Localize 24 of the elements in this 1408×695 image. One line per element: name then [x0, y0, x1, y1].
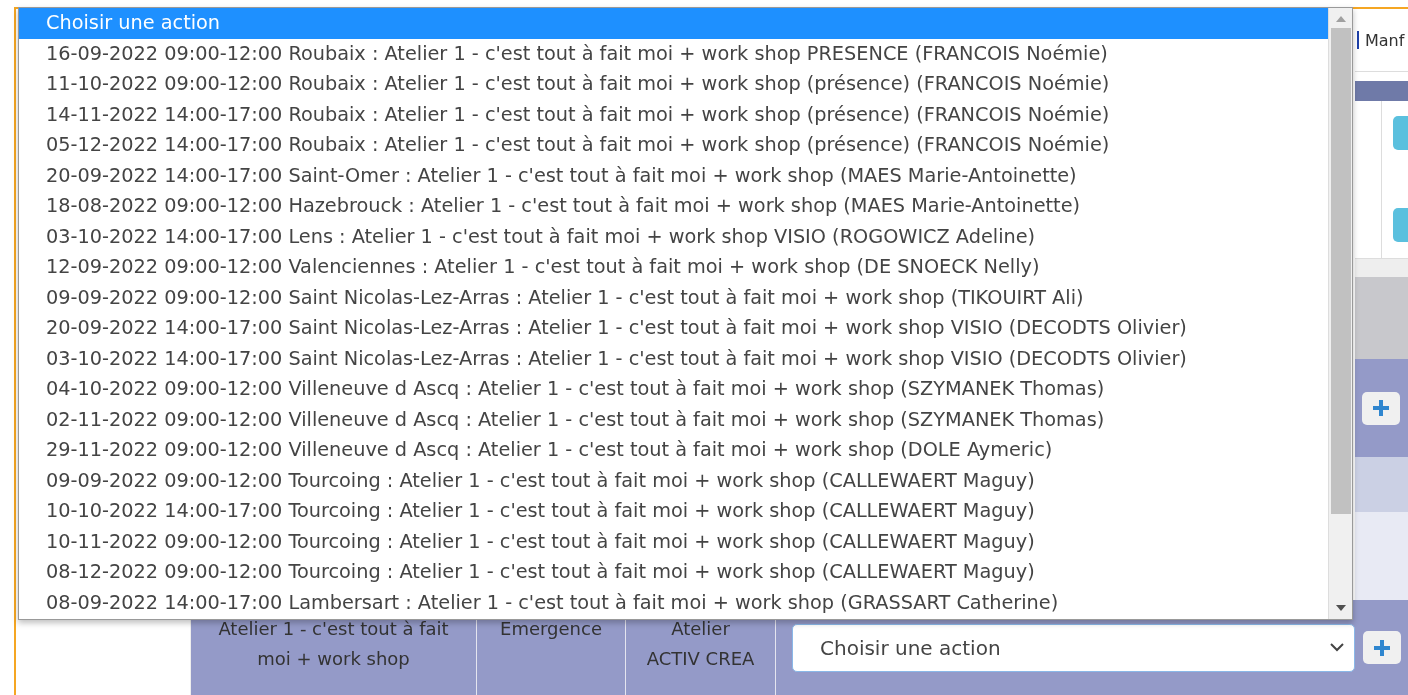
dropdown-option[interactable]: 03-10-2022 14:00-17:00 Lens : Atelier 1 - c'est tout à fait moi + work shop VISIO (ROGOWICZ Adeline)	[19, 221, 1328, 252]
dropdown-option[interactable]: 09-09-2022 09:00-12:00 Saint Nicolas-Lez-Arras : Atelier 1 - c'est tout à fait moi + work shop (TIKOUIRT Ali)	[19, 282, 1328, 313]
table-cell-text: Emergence	[500, 617, 602, 641]
dropdown-option[interactable]: 11-10-2022 09:00-12:00 Roubaix : Atelier 1 - c'est tout à fait moi + work shop (présence) (FRANCOIS Noémie)	[19, 69, 1328, 100]
dropdown-option[interactable]: 20-09-2022 14:00-17:00 Saint-Omer : Atelier 1 - c'est tout à fait moi + work shop (MAES Marie-Antoinette)	[19, 160, 1328, 191]
dropdown-option[interactable]: 12-09-2022 09:00-12:00 Valenciennes : Atelier 1 - c'est tout à fait moi + work shop (DE SNOECK Nelly)	[19, 252, 1328, 283]
dropdown-option[interactable]: 10-10-2022 14:00-17:00 Tourcoing : Atelier 1 - c'est tout à fait moi + work shop (CALLEWAERT Maguy)	[19, 496, 1328, 527]
action-select[interactable]: Choisir une action	[792, 623, 1355, 672]
dropdown-option[interactable]: 20-09-2022 14:00-17:00 Saint Nicolas-Lez-Arras : Atelier 1 - c'est tout à fait moi + work shop VISIO (DECODTS Olivier)	[19, 313, 1328, 344]
dropdown-option[interactable]: 16-09-2022 09:00-12:00 Roubaix : Atelier 1 - c'est tout à fait moi + work shop PRESENCE (FRANCOIS Noémie)	[19, 38, 1328, 69]
dropdown-option[interactable]: 29-11-2022 09:00-12:00 Villeneuve d Ascq : Atelier 1 - c'est tout à fait moi + work shop (DOLE Aymeric)	[19, 435, 1328, 466]
dropdown-option[interactable]: 14-11-2022 14:00-17:00 Roubaix : Atelier 1 - c'est tout à fait moi + work shop (présence) (FRANCOIS Noémie)	[19, 99, 1328, 130]
table-cell-text: Atelier ACTIV CREA	[645, 617, 756, 671]
dropdown-option[interactable]: 09-09-2022 09:00-12:00 Tourcoing : Atelier 1 - c'est tout à fait moi + work shop (CALLEWAERT Maguy)	[19, 465, 1328, 496]
dropdown-option[interactable]: 10-11-2022 09:00-12:00 Tourcoing : Atelier 1 - c'est tout à fait moi + work shop (CALLEWAERT Maguy)	[19, 526, 1328, 557]
header-text: Manf	[1365, 30, 1405, 50]
dropdown-option[interactable]: 04-10-2022 09:00-12:00 Villeneuve d Ascq : Atelier 1 - c'est tout à fait moi + work shop (SZYMANEK Thomas)	[19, 374, 1328, 405]
dropdown-option[interactable]: 18-08-2022 09:00-12:00 Hazebrouck : Atelier 1 - c'est tout à fait moi + work shop (MAES Marie-Antoinette)	[19, 191, 1328, 222]
dropdown-option[interactable]: 03-10-2022 14:00-17:00 Saint Nicolas-Lez-Arras : Atelier 1 - c'est tout à fait moi + work shop VISIO (DECODTS Olivier)	[19, 343, 1328, 374]
dropdown-option[interactable]: 08-09-2022 14:00-17:00 Lambersart : Atelier 1 - c'est tout à fait moi + work shop (GRASSART Catherine)	[19, 587, 1328, 618]
dropdown-option[interactable]: 02-11-2022 09:00-12:00 Villeneuve d Ascq : Atelier 1 - c'est tout à fait moi + work shop (SZYMANEK Thomas)	[19, 404, 1328, 435]
dropdown-option[interactable]: 05-12-2022 14:00-17:00 Roubaix : Atelier 1 - c'est tout à fait moi + work shop (présence) (FRANCOIS Noémie)	[19, 130, 1328, 161]
dropdown-option[interactable]: 08-12-2022 09:00-12:00 Tourcoing : Atelier 1 - c'est tout à fait moi + work shop (CALLEWAERT Maguy)	[19, 557, 1328, 588]
table-cell-text: Atelier 1 - c'est tout à fait moi + work shop	[217, 617, 450, 671]
